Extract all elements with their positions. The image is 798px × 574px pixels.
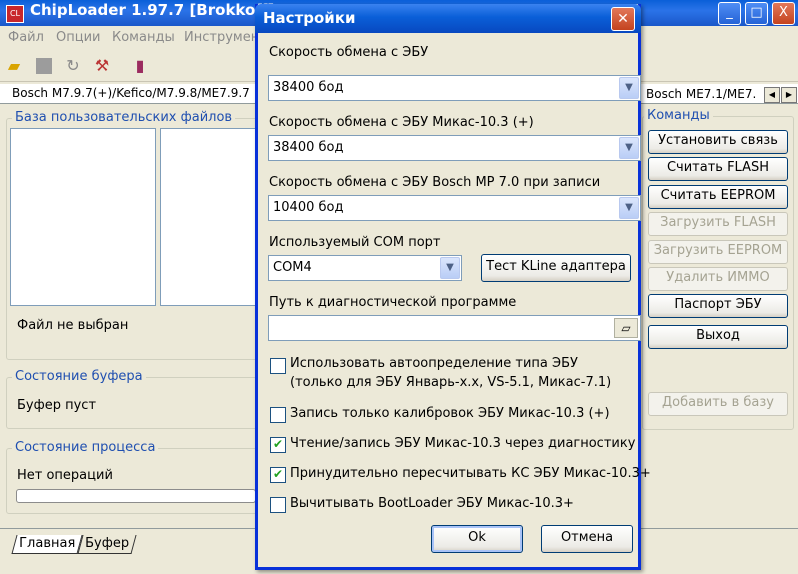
- checkbox-recalc-checksum[interactable]: ✔: [270, 467, 286, 483]
- checkbox-autodetect-note: (только для ЭБУ Январь-х.х, VS-5.1, Мика…: [290, 375, 612, 390]
- tab-scroll-left-icon[interactable]: ◀: [764, 87, 780, 103]
- tab-scroll-right-icon[interactable]: ▶: [781, 87, 797, 103]
- process-status: Нет операций: [17, 468, 113, 483]
- command-button[interactable]: Установить связь: [648, 130, 788, 154]
- checkbox-diag-readwrite-label: Чтение/запись ЭБУ Микас-10.3 через диагн…: [290, 436, 636, 451]
- bosch-speed-value: 10400 бод: [273, 200, 344, 215]
- bosch-speed-label: Скорость обмена с ЭБУ Bosch MP 7.0 при з…: [269, 175, 601, 190]
- diag-path-label: Путь к диагностической программе: [269, 295, 517, 310]
- folder-list[interactable]: [10, 128, 156, 306]
- command-button[interactable]: Загрузить EEPROM: [648, 240, 788, 264]
- mikas-speed-value: 38400 бод: [273, 140, 344, 155]
- dialog-title-bar: Настройки ✕: [255, 4, 641, 33]
- com-port-value: COM4: [273, 260, 312, 275]
- tab-buffer[interactable]: Буфер: [77, 535, 137, 554]
- menu-commands[interactable]: Команды: [112, 30, 175, 45]
- main-window-title: ChipLoader 1.97.7 [Brokkoff]: [30, 1, 275, 19]
- command-button[interactable]: Паспорт ЭБУ: [648, 294, 788, 318]
- bosch-speed-select[interactable]: 10400 бод ▼: [268, 195, 641, 221]
- commands-label: Команды: [644, 108, 713, 123]
- add-to-db-button[interactable]: Добавить в базу: [648, 392, 788, 416]
- com-port-select[interactable]: COM4 ▼: [268, 255, 462, 281]
- chevron-down-icon[interactable]: ▼: [619, 77, 639, 99]
- mikas-speed-label: Скорость обмена с ЭБУ Микас-10.3 (+): [269, 115, 534, 130]
- open-folder-icon[interactable]: ▰: [4, 56, 24, 76]
- refresh-icon[interactable]: ↻: [63, 56, 83, 76]
- menu-options[interactable]: Опции: [56, 30, 100, 45]
- maximize-button[interactable]: □: [745, 2, 768, 25]
- checkbox-autodetect[interactable]: [270, 358, 286, 374]
- command-button[interactable]: Удалить ИММО: [648, 267, 788, 291]
- main-close-button[interactable]: X: [772, 2, 795, 25]
- command-button[interactable]: Загрузить FLASH: [648, 212, 788, 236]
- cancel-button[interactable]: Отмена: [541, 525, 633, 553]
- process-label: Состояние процесса: [12, 440, 159, 455]
- user-files-label: База пользовательских файлов: [12, 110, 236, 125]
- ecu-tab-bosch-m797[interactable]: Bosch M7.9.7(+)/Kefico/M7.9.8/ME7.9.7: [12, 86, 250, 100]
- checkbox-diag-readwrite[interactable]: ✔: [270, 437, 286, 453]
- checkbox-read-bootloader-label: Вычитывать BootLoader ЭБУ Микас-10.3+: [290, 496, 574, 511]
- com-port-label: Используемый COM порт: [269, 235, 441, 250]
- command-button[interactable]: Считать EEPROM: [648, 185, 788, 209]
- checkbox-read-bootloader[interactable]: [270, 497, 286, 513]
- command-button[interactable]: Считать FLASH: [648, 157, 788, 181]
- checkbox-calibrations-only-label: Запись только калибровок ЭБУ Микас-10.3 …: [290, 406, 610, 421]
- ecu-speed-value: 38400 бод: [273, 80, 344, 95]
- chevron-down-icon[interactable]: ▼: [440, 257, 460, 279]
- checkbox-calibrations-only[interactable]: [270, 407, 286, 423]
- ok-button[interactable]: Ok: [431, 525, 523, 553]
- command-button[interactable]: Выход: [648, 325, 788, 349]
- ecu-speed-label: Скорость обмена с ЭБУ: [269, 45, 429, 60]
- tab-main[interactable]: Главная: [11, 535, 83, 554]
- chevron-down-icon[interactable]: ▼: [619, 137, 639, 159]
- checkbox-recalc-checksum-label: Принудительно пересчитывать КС ЭБУ Микас…: [290, 466, 651, 481]
- file-list[interactable]: [160, 128, 256, 306]
- progress-bar: [16, 489, 256, 503]
- ecu-speed-select[interactable]: 38400 бод ▼: [268, 75, 641, 101]
- buffer-label: Состояние буфера: [12, 369, 146, 384]
- file-status: Файл не выбран: [17, 318, 129, 333]
- book-icon[interactable]: ▮: [130, 56, 150, 76]
- test-kline-button[interactable]: Тест KLine адаптера: [481, 254, 631, 282]
- hammer-icon[interactable]: ⚒: [92, 56, 112, 76]
- chevron-down-icon[interactable]: ▼: [619, 197, 639, 219]
- app-icon: CL: [6, 5, 24, 23]
- minimize-button[interactable]: _: [718, 2, 741, 25]
- mikas-speed-select[interactable]: 38400 бод ▼: [268, 135, 641, 161]
- ecu-tab-bosch-me71[interactable]: Bosch ME7.1/ME7.: [646, 87, 756, 101]
- tab-scroll-arrows: ◀ ▶: [764, 86, 798, 103]
- settings-dialog: Настройки ✕ Скорость обмена с ЭБУ 38400 …: [255, 4, 651, 570]
- checkbox-autodetect-label: Использовать автоопределение типа ЭБУ: [290, 356, 578, 371]
- dialog-close-button[interactable]: ✕: [611, 7, 635, 31]
- dialog-title: Настройки: [263, 9, 356, 27]
- stop-icon[interactable]: [34, 56, 54, 76]
- diag-path-input[interactable]: ▱: [268, 315, 641, 341]
- buffer-status: Буфер пуст: [17, 398, 97, 413]
- menu-file[interactable]: Файл: [8, 30, 44, 45]
- open-folder-icon[interactable]: ▱: [614, 318, 638, 338]
